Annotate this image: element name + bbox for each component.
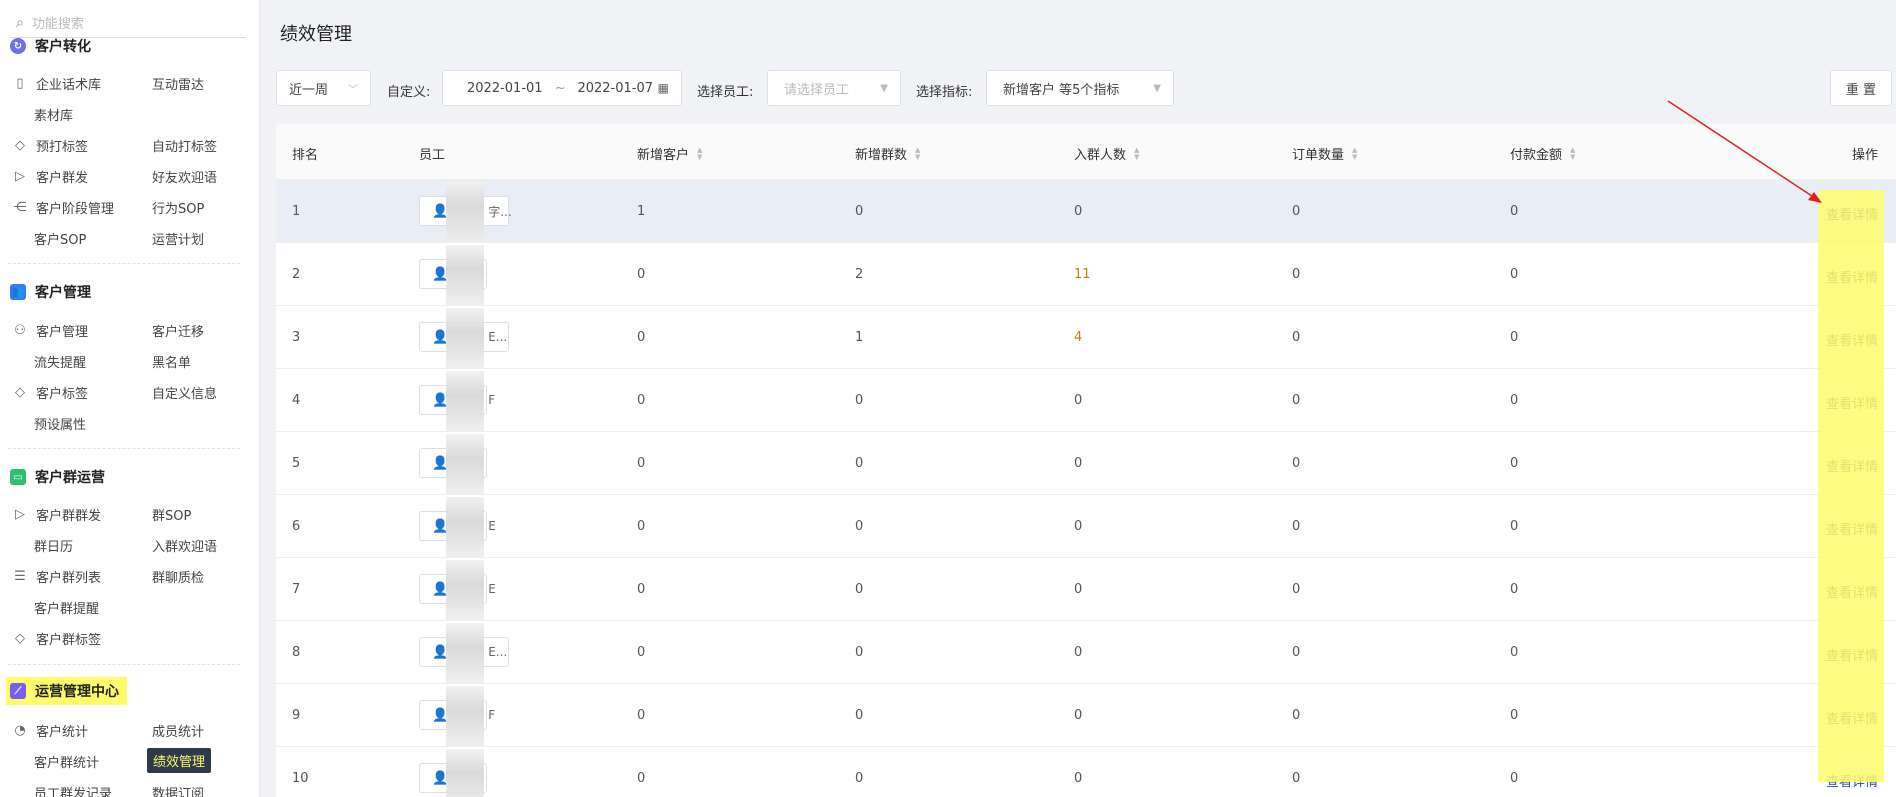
annotation-arrow xyxy=(1667,100,1822,203)
